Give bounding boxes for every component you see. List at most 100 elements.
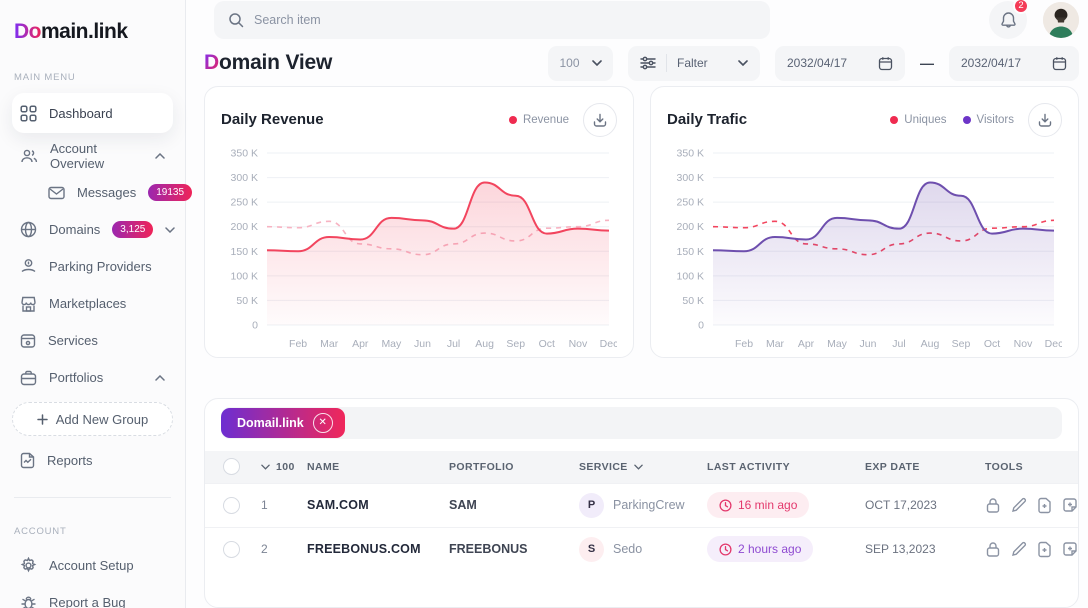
- x-axis-label: Jul: [447, 338, 460, 350]
- notifications-button[interactable]: 2: [989, 1, 1027, 39]
- x-axis-label: May: [827, 338, 848, 350]
- y-axis-label: 300 K: [677, 172, 704, 184]
- filter-chip[interactable]: Domail.link ✕: [221, 408, 345, 438]
- people-icon: [20, 148, 38, 164]
- search-bar[interactable]: [214, 1, 770, 39]
- tools-cell: [985, 541, 1078, 558]
- portfolio-cell: FREEBONUS: [449, 542, 579, 556]
- close-icon[interactable]: ✕: [313, 413, 333, 433]
- add-new-group-button[interactable]: Add New Group: [12, 402, 173, 436]
- x-axis-label: Sep: [506, 338, 525, 350]
- last-activity-cell: 2 hours ago: [707, 536, 865, 562]
- download-chart-button[interactable]: [583, 103, 617, 137]
- main-content: 2 Domain View 100: [186, 0, 1088, 608]
- x-axis-label: Nov: [569, 338, 588, 350]
- x-axis-label: Aug: [921, 338, 940, 350]
- domain-name-cell[interactable]: FREEBONUS.COM: [307, 542, 449, 556]
- search-icon: [228, 12, 244, 28]
- per-page-select[interactable]: 100: [548, 46, 613, 81]
- select-all-checkbox[interactable]: [223, 458, 240, 475]
- services-box-icon: [20, 333, 36, 349]
- per-page-value: 100: [559, 56, 579, 70]
- column-header-portfolio[interactable]: PORTFOLIO: [449, 461, 579, 473]
- table-row[interactable]: 2 FREEBONUS.COM FREEBONUS S Sedo 2 hours…: [205, 527, 1078, 571]
- lock-icon[interactable]: [985, 541, 1001, 558]
- sidebar-item-parking-providers[interactable]: Parking Providers: [12, 248, 173, 285]
- bell-icon: [1000, 11, 1017, 29]
- x-axis-label: Oct: [539, 338, 555, 350]
- calendar-icon: [1052, 56, 1067, 71]
- sidebar-item-label: Messages: [77, 185, 136, 200]
- sidebar-item-report-a-bug[interactable]: Report a Bug: [12, 584, 173, 608]
- logo-accent: Do: [14, 20, 41, 43]
- brand-logo[interactable]: Domain.link: [12, 16, 173, 44]
- chart-plot-area[interactable]: 350 K300 K250 K200 K150 K100 K50 K0FebMa…: [221, 143, 617, 353]
- sidebar-item-label: Reports: [47, 453, 93, 468]
- notification-count-badge: 2: [1013, 0, 1029, 14]
- chevron-down-icon: [165, 227, 175, 233]
- column-header-service[interactable]: SERVICE: [579, 461, 707, 473]
- filter-dropdown[interactable]: Falter: [628, 46, 760, 81]
- chart-legend: Revenue: [509, 114, 569, 126]
- domains-table-card: Domail.link ✕ 100 NAME PORTFOLIO SERVICE…: [204, 398, 1079, 608]
- note-add-icon[interactable]: [1062, 497, 1078, 514]
- divider: [666, 54, 667, 72]
- sidebar-item-marketplaces[interactable]: Marketplaces: [12, 285, 173, 322]
- chevron-down-icon: [261, 464, 270, 470]
- lock-icon[interactable]: [985, 497, 1001, 514]
- account-section-label: ACCOUNT: [14, 526, 173, 537]
- legend-item[interactable]: Revenue: [509, 114, 569, 126]
- sidebar-item-messages[interactable]: Messages 19135: [12, 174, 173, 211]
- table-row[interactable]: 1 SAM.COM SAM P ParkingCrew 16 min ago O…: [205, 483, 1078, 527]
- y-axis-label: 0: [698, 319, 704, 331]
- column-header-name[interactable]: NAME: [307, 461, 449, 473]
- user-avatar[interactable]: [1043, 2, 1079, 38]
- sidebar-item-label: Portfolios: [49, 370, 103, 385]
- download-chart-button[interactable]: [1028, 103, 1062, 137]
- column-header-service-label: SERVICE: [579, 461, 628, 473]
- sidebar-item-account-setup[interactable]: Account Setup: [12, 547, 173, 584]
- row-checkbox[interactable]: [223, 541, 240, 558]
- service-cell: P ParkingCrew: [579, 493, 707, 518]
- x-axis-label: Jun: [860, 338, 877, 350]
- sidebar-item-dashboard[interactable]: Dashboard: [12, 93, 173, 133]
- note-add-icon[interactable]: [1062, 541, 1078, 558]
- date-from-value: 2032/04/17: [787, 56, 847, 70]
- row-number: 1: [261, 498, 307, 512]
- globe-icon: [20, 221, 37, 238]
- domain-name-cell[interactable]: SAM.COM: [307, 498, 449, 512]
- legend-item[interactable]: Uniques: [890, 114, 946, 126]
- bug-icon: [20, 595, 37, 608]
- search-input[interactable]: [254, 13, 756, 27]
- date-to-input[interactable]: 2032/04/17: [949, 46, 1079, 81]
- y-axis-label: 0: [252, 319, 258, 331]
- sidebar-item-domains[interactable]: Domains 3,125: [12, 211, 173, 248]
- column-header-last-activity[interactable]: LAST ACTIVITY: [707, 461, 865, 473]
- sidebar-item-reports[interactable]: Reports: [12, 442, 173, 479]
- sidebar-item-label: Services: [48, 333, 98, 348]
- date-from-input[interactable]: 2032/04/17: [775, 46, 905, 81]
- filter-label: Falter: [677, 56, 728, 70]
- row-checkbox[interactable]: [223, 497, 240, 514]
- main-menu-label: MAIN MENU: [14, 72, 173, 83]
- daily-revenue-chart-card: Daily Revenue Revenue 350 K300 K250 K200…: [204, 86, 634, 358]
- calendar-icon: [878, 56, 893, 71]
- sidebar-item-account-overview[interactable]: Account Overview: [12, 137, 173, 174]
- top-bar: 2: [204, 0, 1079, 39]
- sidebar-item-portfolios[interactable]: Portfolios: [12, 359, 173, 396]
- service-initial-badge: P: [579, 493, 604, 518]
- x-axis-label: Feb: [289, 338, 307, 350]
- file-plus-icon[interactable]: [1037, 541, 1052, 558]
- last-activity-cell: 16 min ago: [707, 492, 865, 518]
- page-title-accent: D: [204, 51, 219, 74]
- edit-pencil-icon[interactable]: [1011, 541, 1027, 558]
- charts-row: Daily Revenue Revenue 350 K300 K250 K200…: [204, 86, 1079, 358]
- chart-plot-area[interactable]: 350 K300 K250 K200 K150 K100 K50 K0FebMa…: [667, 143, 1062, 353]
- sidebar-item-services[interactable]: Services: [12, 322, 173, 359]
- per-page-header[interactable]: 100: [261, 461, 307, 473]
- column-header-exp-date[interactable]: EXP DATE: [865, 461, 985, 473]
- legend-item[interactable]: Visitors: [963, 114, 1015, 126]
- chevron-up-icon: [155, 375, 165, 381]
- edit-pencil-icon[interactable]: [1011, 497, 1027, 514]
- file-plus-icon[interactable]: [1037, 497, 1052, 514]
